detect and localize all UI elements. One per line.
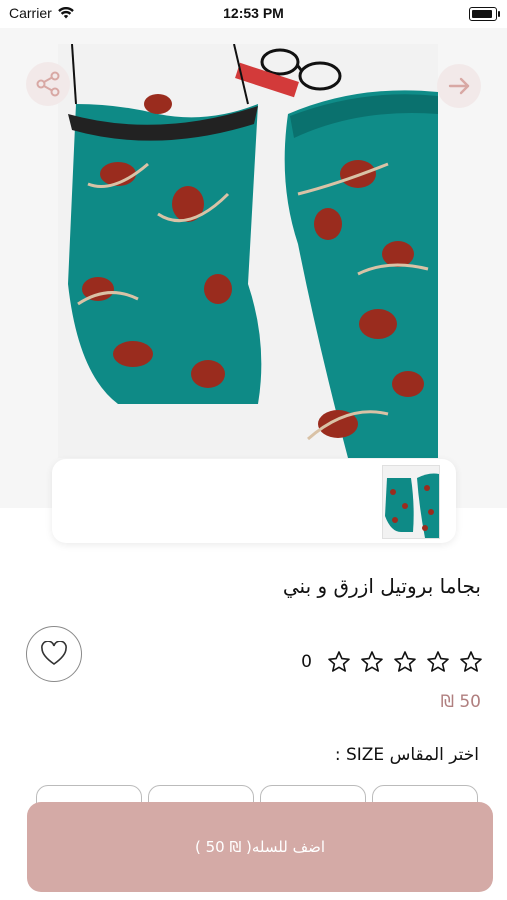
size-label: اختر المقاس SIZE :	[334, 745, 479, 765]
star-icon[interactable]	[327, 650, 351, 674]
product-image[interactable]	[58, 44, 438, 458]
rating-count: 0	[301, 652, 312, 672]
battery-icon	[469, 7, 500, 21]
clock: 12:53 PM	[223, 5, 284, 21]
share-icon	[36, 71, 60, 97]
product-price: ₪ 50	[440, 692, 481, 712]
thumbnail-strip	[52, 459, 456, 543]
favorite-button[interactable]	[26, 626, 82, 682]
star-icon[interactable]	[426, 650, 450, 674]
status-bar: Carrier 12:53 PM	[0, 0, 507, 28]
next-image-button[interactable]	[437, 64, 481, 108]
arrow-right-icon	[448, 77, 470, 95]
share-button[interactable]	[26, 62, 70, 106]
thumbnail-image[interactable]	[382, 465, 440, 539]
product-title: بجاما بروتيل ازرق و بني	[282, 574, 481, 598]
rating: 0	[301, 648, 483, 676]
star-icon[interactable]	[393, 650, 417, 674]
product-photo	[58, 44, 438, 458]
add-to-cart-button[interactable]: اضف للسله( ₪ 50 )	[27, 802, 493, 892]
add-to-cart-label: اضف للسله( ₪ 50 )	[195, 838, 325, 856]
star-icon[interactable]	[360, 650, 384, 674]
heart-icon	[41, 641, 67, 665]
star-icon[interactable]	[459, 650, 483, 674]
